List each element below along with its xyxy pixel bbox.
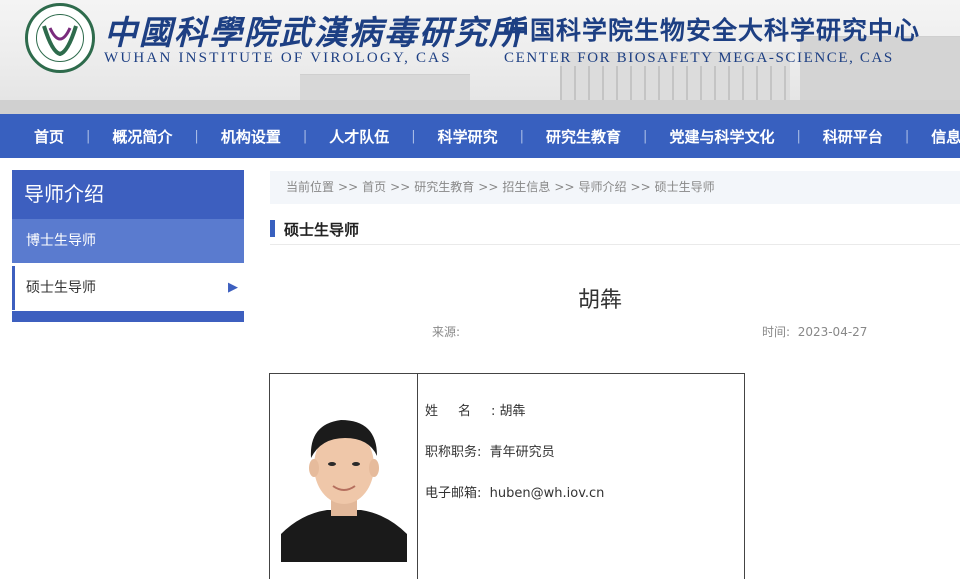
article-title: 胡犇 [577,288,622,313]
breadcrumb-separator: >> [478,180,499,194]
breadcrumb-link-admissions[interactable]: 招生信息 [502,180,550,194]
article-source: 来源: [432,323,460,340]
sidebar-item-phd-supervisors[interactable]: 博士生导师 [12,219,244,263]
nav-item-platforms[interactable]: 科研平台 [801,126,905,147]
nav-item-talent[interactable]: 人才队伍 [307,126,411,147]
institute-name-cn: 中國科學院武漢病毒研究所 [104,13,524,52]
breadcrumb-link-home[interactable]: 首页 [362,180,386,194]
nav-item-graduate-education[interactable]: 研究生教育 [524,126,643,147]
breadcrumb-link-graduate-education[interactable]: 研究生教育 [414,180,474,194]
breadcrumb-link-master-supervisors[interactable]: 硕士生导师 [655,180,715,194]
name-value: 胡犇 [499,404,526,419]
center-name-cn: 中国科学院生物安全大科学研究中心 [504,16,921,45]
institute-name-en: WUHAN INSTITUTE OF VIROLOGY, CAS [104,50,452,66]
nav-item-organization[interactable]: 机构设置 [199,126,303,147]
profile-row-email: 电子邮箱: huben@wh.iov.cn [425,482,604,523]
profile-row-title: 职称职务: 青年研究员 [425,441,604,482]
breadcrumb: 当前位置 >> 首页 >> 研究生教育 >> 招生信息 >> 导师介绍 >> 硕士生导师 [270,171,960,204]
breadcrumb-link-supervisors[interactable]: 导师介绍 [579,180,627,194]
profile-row-name: 姓名: 胡犇 [425,400,604,441]
sidebar-item-master-supervisors[interactable]: 硕士生导师 ▶ [12,266,244,310]
email-label: 电子邮箱: [425,486,482,501]
center-name-en: CENTER FOR BIOSAFETY MEGA-SCIENCE, CAS [504,50,894,66]
profile-table: 姓名: 胡犇 职称职务: 青年研究员 电子邮箱: huben@wh.iov.cn [269,373,745,579]
nav-item-information[interactable]: 信息公开 [909,126,960,147]
section-header: 硕士生导师 [270,217,960,245]
photo-cell [270,374,418,579]
nav-item-home[interactable]: 首页 [0,126,86,147]
breadcrumb-separator: >> [390,180,411,194]
caret-right-icon: ▶ [228,280,238,295]
sidebar-title: 导师介绍 [12,170,244,219]
sidebar-item-label: 博士生导师 [26,233,96,249]
breadcrumb-prefix: 当前位置 [286,180,335,194]
nav-item-party-culture[interactable]: 党建与科学文化 [647,126,796,147]
banner-ground [0,100,960,114]
main-nav: 首页 | 概况简介 | 机构设置 | 人才队伍 | 科学研究 | 研究生教育 |… [0,114,960,158]
time-label: 时间: [762,325,791,339]
sidebar-footer [12,311,244,322]
nav-item-overview[interactable]: 概况简介 [90,126,194,147]
article-time: 时间: 2023-04-27 [762,323,867,340]
source-label: 来源: [432,325,461,339]
title-value: 青年研究员 [489,445,555,460]
title-label: 职称职务: [425,445,482,460]
profile-photo [281,402,407,562]
sidebar-item-label: 硕士生导师 [26,280,96,296]
institute-seal-icon[interactable] [25,3,95,73]
email-value[interactable]: huben@wh.iov.cn [490,486,605,501]
header-banner: 中國科學院武漢病毒研究所 WUHAN INSTITUTE OF VIROLOGY… [0,0,960,114]
nav-item-research[interactable]: 科学研究 [416,126,520,147]
section-accent-bar [270,220,275,237]
breadcrumb-separator: >> [338,180,359,194]
profile-info: 姓名: 胡犇 职称职务: 青年研究员 电子邮箱: huben@wh.iov.cn [425,400,604,523]
breadcrumb-separator: >> [630,180,651,194]
breadcrumb-separator: >> [554,180,575,194]
publish-date: 2023-04-27 [797,325,868,339]
section-title: 硕士生导师 [284,221,360,239]
